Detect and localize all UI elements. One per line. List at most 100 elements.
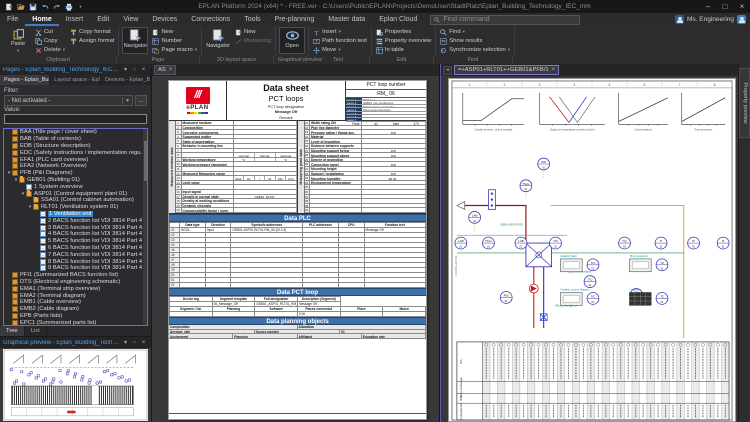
- tree-item[interactable]: ▾GEB01 (Building 01): [4, 177, 147, 184]
- new-button[interactable]: [4, 2, 13, 11]
- panel-close-icon[interactable]: ×: [139, 340, 148, 346]
- tree-item[interactable]: EDB (Structure description): [4, 143, 147, 150]
- ribbon-tab-master-data[interactable]: Master data: [321, 13, 372, 26]
- panel-tab-1[interactable]: Layout space - Eplan_...: [50, 75, 101, 85]
- tree-item[interactable]: ▾RLT01 (Ventilation system 01): [4, 204, 147, 211]
- paste-button[interactable]: Paste▾: [5, 27, 31, 54]
- tree-item[interactable]: BAB (Table of contents): [4, 136, 147, 143]
- tree-item[interactable]: 8 BACS function list VDI 3814 Part 4.3: [4, 258, 147, 265]
- ribbon-tab-eplan-cloud[interactable]: Eplan Cloud: [372, 13, 424, 26]
- find-command-box[interactable]: Find command: [430, 15, 580, 25]
- tree-item[interactable]: 3 BACS function list VDI 3814 Part 4.3: [4, 224, 147, 231]
- pages-tree[interactable]: BAA (Title page / cover sheet)BAB (Table…: [3, 128, 148, 326]
- right-document-tab[interactable]: =+ASP01+RLT01++GEB01&PFB/1 ×: [454, 65, 559, 75]
- filter-select[interactable]: - Not activated - ▾: [4, 95, 133, 106]
- save-button[interactable]: [28, 2, 37, 11]
- tree-item[interactable]: BAA (Title page / cover sheet): [4, 129, 147, 136]
- tree-item[interactable]: 4 BACS function list VDI 3814 Part 4.3: [4, 231, 147, 238]
- tree-item[interactable]: 1 System overview: [4, 183, 147, 190]
- tree-item[interactable]: EMB2 (Cable diagram): [4, 306, 147, 313]
- show-results-button[interactable]: Show results: [439, 37, 511, 45]
- tab-scroll-left-icon[interactable]: ◂: [443, 66, 452, 75]
- open-button[interactable]: [16, 2, 25, 11]
- tree-item[interactable]: 2 BACS function list VDI 3814 Part 4.3: [4, 217, 147, 224]
- page-macro-button[interactable]: Page macro▾: [151, 46, 198, 54]
- tree-item[interactable]: EFA2 (Network Overview): [4, 163, 147, 170]
- maximize-button[interactable]: □: [717, 1, 733, 13]
- tree-item[interactable]: EMA1 (Terminal strip overview): [4, 285, 147, 292]
- move-button[interactable]: Move▾: [312, 46, 368, 54]
- tree-item[interactable]: EPB (Parts lists): [4, 313, 147, 320]
- tree-item[interactable]: ▾ASP01 (Control equipment plant 01): [4, 190, 147, 197]
- ribbon-tab-pre-planning[interactable]: Pre-planning: [268, 13, 322, 26]
- properties-button[interactable]: Properties: [375, 28, 432, 36]
- center-workspace[interactable]: ePLAN Data sheet PCT loops PCT loop desi…: [152, 76, 439, 422]
- cut-button[interactable]: Cut: [34, 28, 66, 36]
- close-tab-icon[interactable]: ×: [552, 67, 556, 73]
- find-button[interactable]: Find▾: [439, 28, 511, 36]
- tree-item[interactable]: SSA01 (Control cabinet automation): [4, 197, 147, 204]
- ribbon-tab-tools[interactable]: Tools: [237, 13, 267, 26]
- qat-more-icon[interactable]: ▾: [76, 2, 85, 11]
- copy-button[interactable]: Copy: [34, 37, 66, 45]
- ribbon-tab-edit[interactable]: Edit: [90, 13, 116, 26]
- panel-float-icon[interactable]: ▫: [130, 67, 139, 73]
- delete-button[interactable]: Delete▾: [34, 46, 66, 54]
- new-button[interactable]: New: [151, 28, 198, 36]
- copy-format-button[interactable]: Copy format: [69, 28, 115, 36]
- tree-item[interactable]: 9 BACS function list VDI 3814 Part 4.3: [4, 265, 147, 272]
- panel-float-icon[interactable]: ▫: [130, 340, 139, 346]
- panel-tab-2[interactable]: Devices - Eplan_Build...: [101, 75, 151, 85]
- assign-format-button[interactable]: Assign format: [69, 37, 115, 45]
- data-sheet-page[interactable]: ePLAN Data sheet PCT loops PCT loop desi…: [168, 80, 427, 420]
- tab-tree[interactable]: Tree: [0, 326, 25, 336]
- ribbon-tab-file[interactable]: File: [0, 13, 25, 26]
- right-workspace[interactable]: 12345678=ASP01+RLT01Outside air temp. co…: [441, 76, 738, 422]
- tree-item[interactable]: PFI1 (Summarized BACS function list): [4, 272, 147, 279]
- tree-item[interactable]: EMB1 (Cable overview): [4, 299, 147, 306]
- center-document-tab[interactable]: AS ×: [154, 65, 176, 75]
- property-preview-tab[interactable]: Property preview: [739, 68, 750, 138]
- insert-button[interactable]: TInsert▾: [312, 28, 368, 36]
- close-tab-icon[interactable]: ×: [169, 67, 173, 73]
- minimize-button[interactable]: –: [700, 1, 716, 13]
- open-button[interactable]: Open: [279, 27, 305, 54]
- navigator-button[interactable]: Navigator: [205, 27, 231, 54]
- ribbon-tab-view[interactable]: View: [116, 13, 145, 26]
- pid-schematic-page[interactable]: 12345678=ASP01+RLT01Outside air temp. co…: [448, 78, 736, 422]
- tree-item[interactable]: 5 BACS function list VDI 3814 Part 4.3: [4, 238, 147, 245]
- preview-thumbnail[interactable]: [0, 348, 151, 422]
- panel-menu-icon[interactable]: ▾: [121, 66, 130, 73]
- tree-item[interactable]: DTS (Electrical engineering schematic): [4, 279, 147, 286]
- panel-tab-0[interactable]: Pages - Eplan_Buildin...: [0, 75, 50, 85]
- in-table-button[interactable]: In table: [375, 46, 432, 54]
- property-overview-button[interactable]: Property overview: [375, 37, 432, 45]
- navigator-button[interactable]: Navigator: [122, 27, 148, 54]
- tab-list[interactable]: List: [25, 326, 47, 336]
- panel-close-icon[interactable]: ×: [139, 67, 148, 73]
- value-input[interactable]: [4, 114, 147, 124]
- tree-item[interactable]: 1 Ventilation unit: [4, 211, 147, 218]
- filter-browse-button[interactable]: ...: [135, 95, 147, 106]
- print-button[interactable]: [64, 2, 73, 11]
- ribbon-tab-home[interactable]: Home: [25, 13, 58, 26]
- tree-item[interactable]: 6 BACS function list VDI 3814 Part 4.3: [4, 245, 147, 252]
- ribbon-tab-insert[interactable]: Insert: [59, 13, 91, 26]
- tree-item[interactable]: 7 BACS function list VDI 3814 Part 4.3: [4, 251, 147, 258]
- tree-item[interactable]: EDC (Safety instructions / implementatio…: [4, 149, 147, 156]
- tree-item[interactable]: EFA1 (PLC card overview): [4, 156, 147, 163]
- number-button[interactable]: Number: [151, 37, 198, 45]
- user-area[interactable]: Ms. Engineering: [675, 15, 750, 24]
- tree-scrollbar[interactable]: [142, 129, 147, 325]
- tree-item[interactable]: EMA2 (Terminal diagram): [4, 292, 147, 299]
- close-button[interactable]: ×: [734, 1, 750, 13]
- tree-item[interactable]: ▾PFB (P&I Diagrams): [4, 170, 147, 177]
- panel-menu-icon[interactable]: ▾: [121, 339, 130, 346]
- redo-button[interactable]: [52, 2, 61, 11]
- undo-button[interactable]: [40, 2, 49, 11]
- tree-item[interactable]: EPC1 (Summarized parts list): [4, 319, 147, 326]
- new-button[interactable]: New: [234, 28, 272, 36]
- ribbon-tab-devices[interactable]: Devices: [145, 13, 184, 26]
- path-function-text-button[interactable]: TPath function text: [312, 37, 368, 45]
- ribbon-tab-connections[interactable]: Connections: [184, 13, 237, 26]
